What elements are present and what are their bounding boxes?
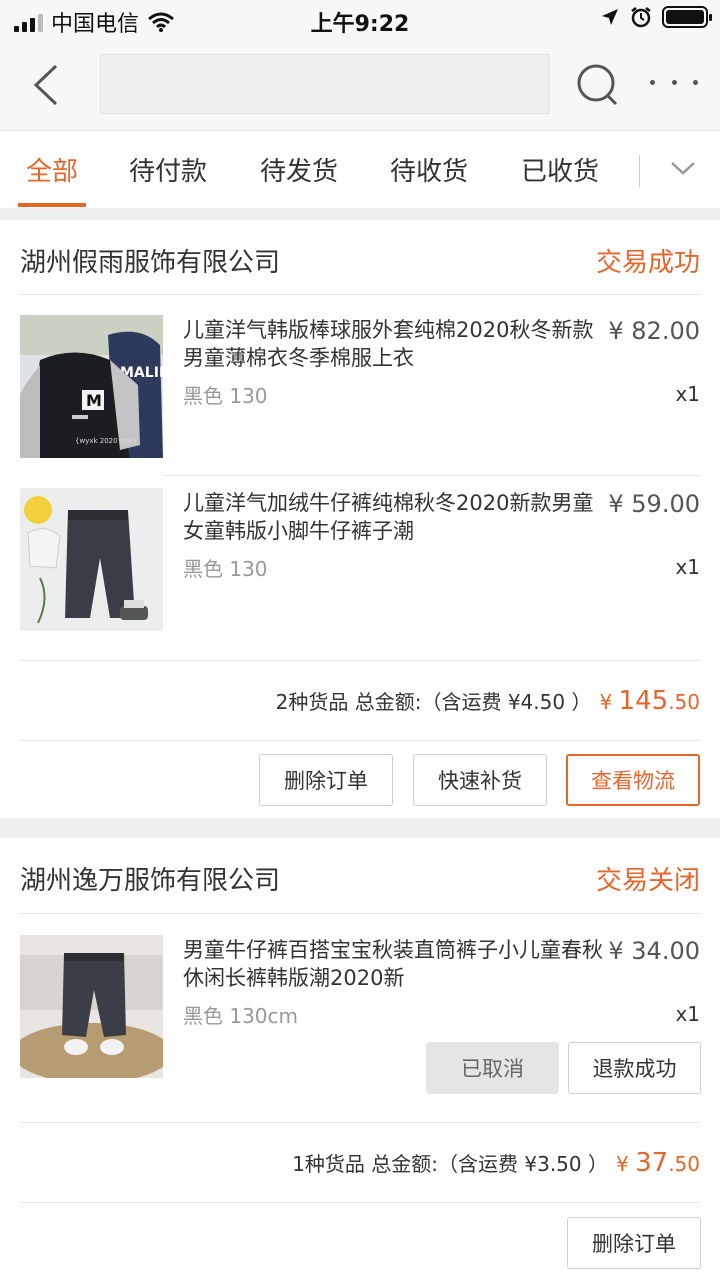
divider	[20, 740, 700, 741]
tab-divider	[639, 155, 640, 187]
shop-name[interactable]: 湖州假雨服饰有限公司	[20, 242, 280, 279]
cancelled-status-button: 已取消	[426, 1042, 559, 1094]
divider	[163, 475, 700, 476]
product-price: ¥ 59.00	[608, 490, 700, 518]
product-image[interactable]	[20, 488, 163, 631]
tab-pending-shipment[interactable]: 待发货	[260, 151, 338, 188]
section-gap	[0, 208, 720, 220]
delete-order-button[interactable]: 删除订单	[567, 1217, 701, 1269]
svg-text:{wyxk 2020 a/w}: {wyxk 2020 a/w}	[75, 437, 137, 445]
svg-text:M: M	[86, 391, 102, 410]
alarm-icon	[631, 7, 651, 28]
active-tab-indicator	[18, 203, 86, 207]
product-price: ¥ 82.00	[608, 317, 700, 345]
tab-pending-payment[interactable]: 待付款	[129, 151, 207, 188]
product-spec: 黑色 130	[183, 557, 268, 581]
refund-success-button[interactable]: 退款成功	[568, 1042, 701, 1094]
product-title[interactable]: 儿童洋气韩版棒球服外套纯棉2020秋冬新款男童薄棉衣冬季棉服上衣	[183, 316, 603, 372]
product-quantity: x1	[675, 1002, 700, 1026]
summary-label: 1种货品 总金额:（含运费 ¥3.50 ）	[292, 1152, 608, 1176]
divider	[20, 913, 700, 914]
divider	[20, 660, 700, 661]
quick-restock-button[interactable]: 快速补货	[413, 754, 547, 806]
order-card: 湖州假雨服饰有限公司 交易成功 MALIBU M {wyxk 2020 a/w}…	[0, 220, 720, 818]
order-summary: 1种货品 总金额:（含运费 ¥3.50 ） ¥ 37.50	[292, 1148, 700, 1178]
chevron-down-icon[interactable]	[670, 159, 696, 177]
summary-label: 2种货品 总金额:（含运费 ¥4.50 ）	[275, 690, 592, 714]
back-arrow-icon[interactable]	[28, 62, 68, 108]
product-quantity: x1	[675, 555, 700, 579]
order-status: 交易关闭	[595, 866, 700, 896]
product-image[interactable]: MALIBU M {wyxk 2020 a/w}	[20, 315, 163, 458]
order-total: ¥ 145.50	[599, 686, 700, 716]
tab-pending-receipt[interactable]: 待收货	[390, 151, 468, 188]
divider	[20, 1122, 700, 1123]
more-icon[interactable]	[650, 80, 698, 90]
tab-all[interactable]: 全部	[26, 151, 78, 188]
tab-received[interactable]: 已收货	[521, 151, 599, 188]
order-tabs: 全部 待付款 待发货 待收货 已收货	[0, 130, 720, 208]
location-icon	[602, 9, 618, 25]
product-title[interactable]: 儿童洋气加绒牛仔裤纯棉秋冬2020新款男童女童韩版小脚牛仔裤子潮	[183, 489, 603, 545]
search-input[interactable]	[100, 54, 550, 114]
section-gap	[0, 818, 720, 838]
order-summary: 2种货品 总金额:（含运费 ¥4.50 ） ¥ 145.50	[276, 686, 700, 716]
product-spec: 黑色 130cm	[183, 1004, 299, 1028]
divider	[20, 1202, 700, 1203]
product-price: ¥ 34.00	[608, 937, 700, 965]
order-total: ¥ 37.50	[616, 1148, 700, 1178]
order-card: 湖州逸万服饰有限公司 交易关闭 男童牛仔裤百搭宝宝秋装直筒裤子小儿童春秋休闲长裤…	[0, 838, 720, 1280]
product-title[interactable]: 男童牛仔裤百搭宝宝秋装直筒裤子小儿童春秋休闲长裤韩版潮2020新	[183, 936, 603, 992]
product-spec: 黑色 130	[183, 384, 268, 408]
battery-icon	[662, 6, 712, 28]
product-image[interactable]	[20, 935, 163, 1078]
shop-name[interactable]: 湖州逸万服饰有限公司	[20, 860, 280, 897]
nav-bar	[0, 40, 720, 130]
divider	[20, 294, 700, 295]
search-icon[interactable]	[574, 62, 620, 108]
product-quantity: x1	[675, 382, 700, 406]
view-logistics-button[interactable]: 查看物流	[566, 754, 700, 806]
delete-order-button[interactable]: 删除订单	[259, 754, 393, 806]
order-status: 交易成功	[595, 248, 700, 278]
status-bar: 中国电信 上午9:22	[0, 0, 720, 40]
